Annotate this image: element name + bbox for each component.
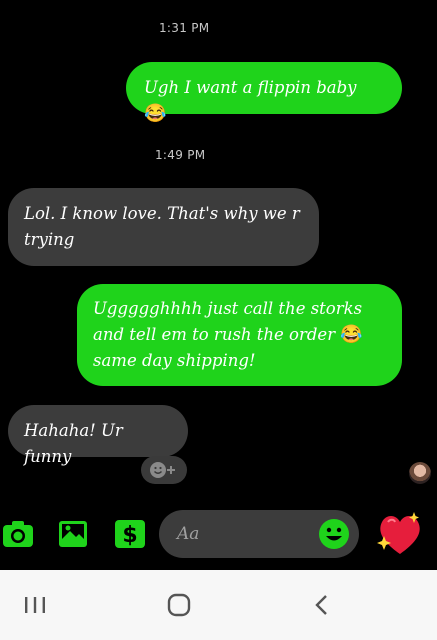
- message-text-line: Lol. I know love. That's why we r: [24, 204, 300, 223]
- system-navigation-bar: [0, 570, 437, 640]
- message-text-line: trying: [24, 230, 75, 249]
- message-text-line: Uggggghhhh just call the storks: [93, 299, 363, 318]
- message-input-placeholder: Aa: [177, 524, 200, 544]
- emoji-button[interactable]: [318, 518, 350, 550]
- svg-text:$: $: [122, 523, 137, 548]
- image-icon: [59, 521, 87, 547]
- home-icon: [167, 593, 191, 617]
- message-bubble-received[interactable]: Hahaha! Ur funny: [8, 405, 188, 466]
- message-text: Ugh I want a flippin baby: [144, 78, 357, 97]
- laughing-emoji-icon: 😂: [340, 324, 363, 345]
- message-bubble-received[interactable]: Lol. I know love. That's why we r trying: [8, 188, 319, 266]
- camera-icon: [3, 521, 33, 547]
- heart-sparkle-icon: [377, 512, 420, 554]
- add-reaction-icon: [150, 462, 175, 478]
- recent-apps-icon: [25, 597, 45, 613]
- message-text: and tell em to rush the order: [93, 325, 336, 344]
- timestamp: 1:49 PM: [155, 148, 206, 162]
- message-text: Hahaha! Ur funny: [24, 421, 123, 466]
- message-text-line: and tell em to rush the order 😂: [93, 322, 386, 348]
- message-text-line: same day shipping!: [93, 351, 256, 370]
- payment-dollar-icon: $: [115, 520, 145, 548]
- message-bubble-sent[interactable]: Uggggghhhh just call the storks and tell…: [77, 284, 402, 386]
- read-receipt-avatar: [409, 462, 431, 484]
- recent-apps-button[interactable]: [15, 590, 55, 620]
- payment-button[interactable]: $: [114, 519, 146, 553]
- back-icon: [315, 595, 327, 615]
- add-reaction-button[interactable]: [141, 456, 187, 484]
- timestamp: 1:31 PM: [159, 21, 210, 35]
- home-button[interactable]: [159, 590, 199, 620]
- emoji-smiley-icon: [319, 519, 349, 549]
- gallery-button[interactable]: [58, 519, 88, 553]
- heart-sticker-button[interactable]: [374, 510, 424, 558]
- back-button[interactable]: [302, 590, 342, 620]
- camera-button[interactable]: [2, 519, 34, 553]
- laughing-emoji-icon: 😂: [144, 103, 167, 124]
- message-input[interactable]: Aa: [159, 510, 359, 558]
- message-bubble-sent[interactable]: Ugh I want a flippin baby 😂: [126, 62, 402, 124]
